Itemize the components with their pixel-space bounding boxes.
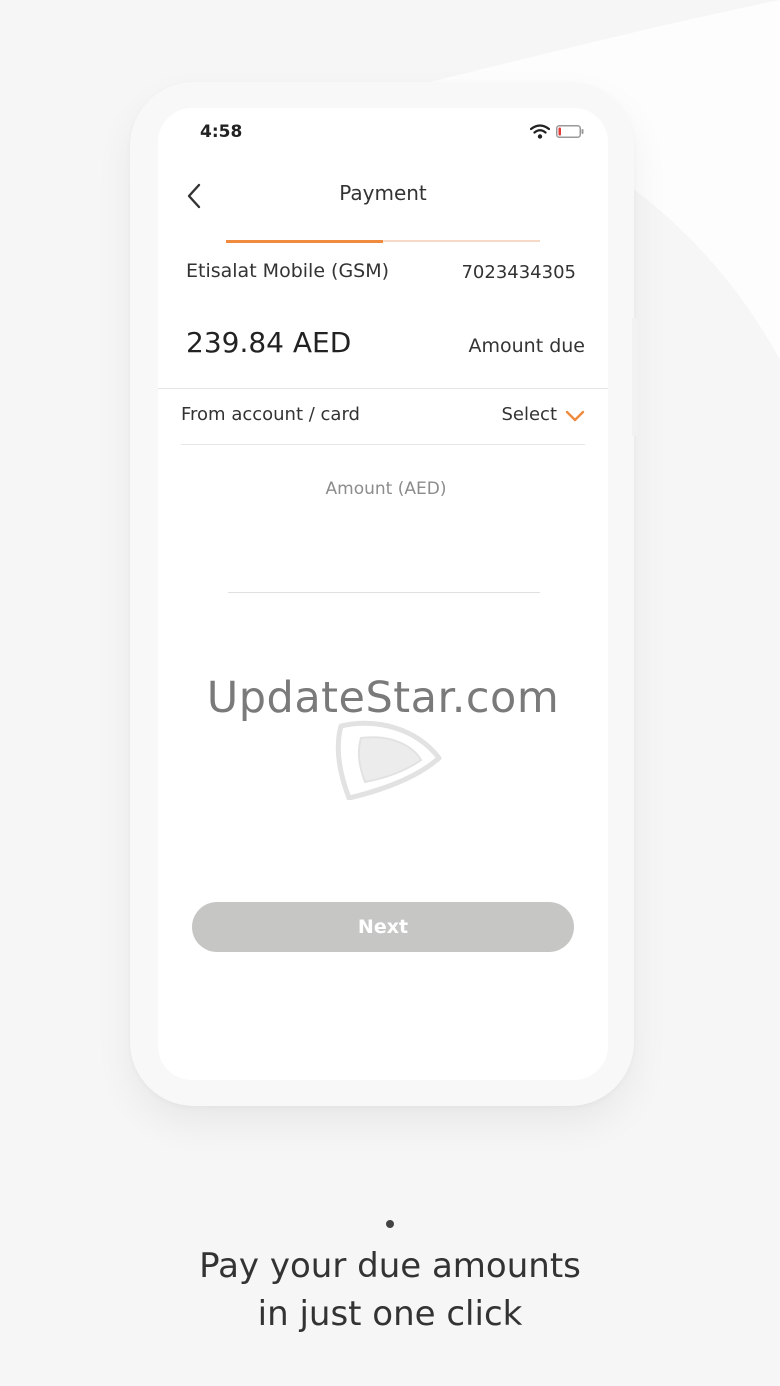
from-account-label: From account / card — [181, 404, 360, 425]
status-time: 4:58 — [200, 122, 243, 142]
step-progress-bar — [226, 239, 540, 243]
chevron-down-icon — [565, 410, 585, 422]
wifi-icon — [530, 124, 550, 139]
battery-icon — [556, 125, 584, 138]
amount-due-value: 239.84 AED — [186, 326, 352, 359]
amount-input[interactable] — [228, 478, 544, 500]
service-name: Etisalat Mobile (GSM) — [186, 260, 390, 282]
watermark-text: UpdateStar.com — [206, 673, 560, 723]
from-account-select[interactable]: From account / card Select — [181, 389, 585, 445]
promo-caption-line-1: Pay your due amounts — [199, 1246, 581, 1286]
step-progress-fill — [226, 239, 383, 243]
promo-caption: Pay your due amounts in just one click — [0, 1242, 780, 1338]
page-indicator-dot — [386, 1220, 394, 1228]
service-number: 7023434305 — [461, 262, 576, 283]
amount-due-label: Amount due — [468, 335, 586, 357]
select-label: Select — [501, 404, 557, 425]
phone-side-button — [632, 318, 638, 436]
next-button[interactable]: Next — [192, 902, 574, 952]
promo-caption-line-2: in just one click — [257, 1294, 523, 1334]
page-title: Payment — [339, 181, 427, 205]
phone-screen: 4:58 Payment Etisalat Mobile (GSM) 70234… — [158, 108, 608, 1080]
amount-field — [228, 468, 544, 593]
